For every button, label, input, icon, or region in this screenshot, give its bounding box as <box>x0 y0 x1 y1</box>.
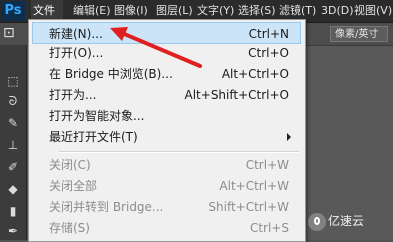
red-annotation-arrow <box>110 27 202 68</box>
watermark: 亿速云 <box>308 210 364 232</box>
watermark-text: 亿速云 <box>328 214 365 228</box>
watermark-logo-icon <box>308 212 326 231</box>
